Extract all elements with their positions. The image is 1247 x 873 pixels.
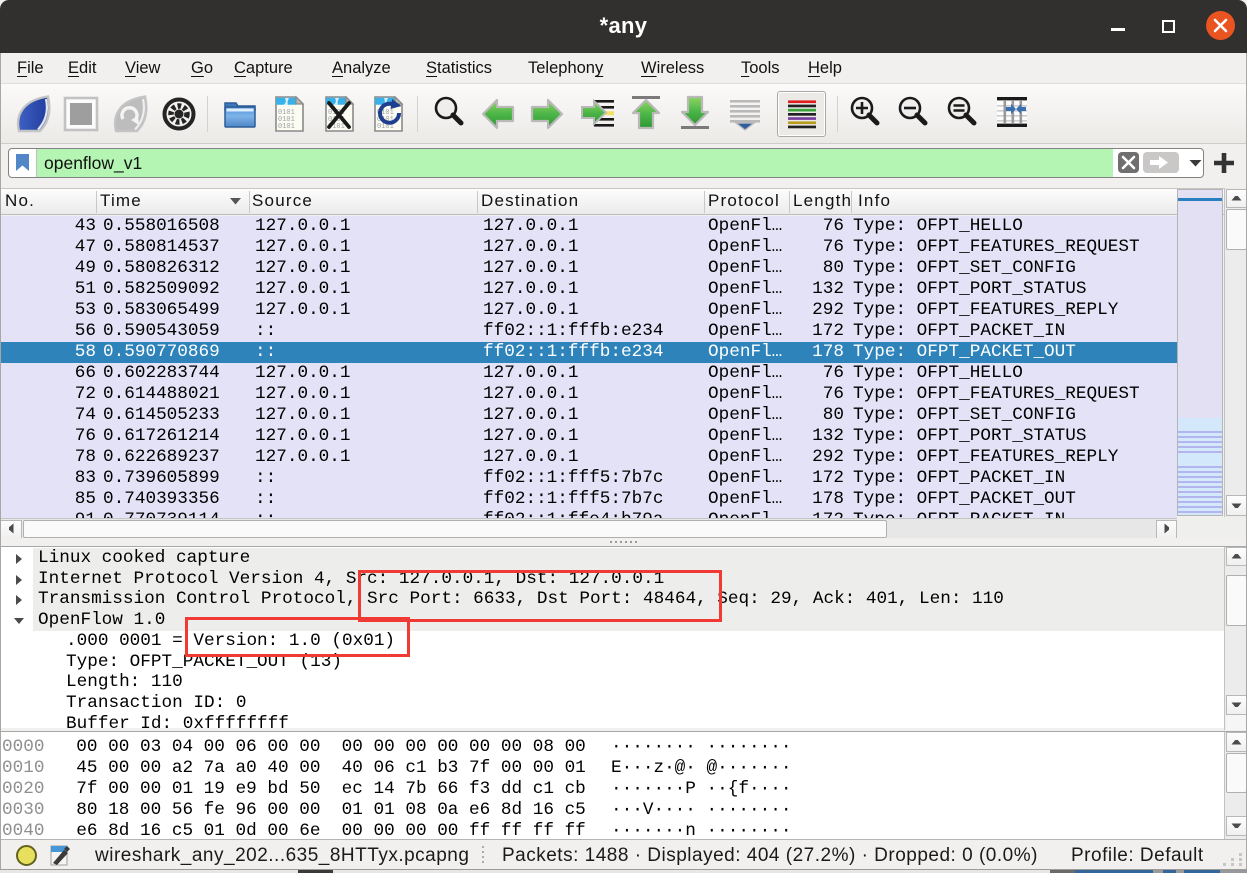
svg-text:0101: 0101 xyxy=(278,123,295,131)
